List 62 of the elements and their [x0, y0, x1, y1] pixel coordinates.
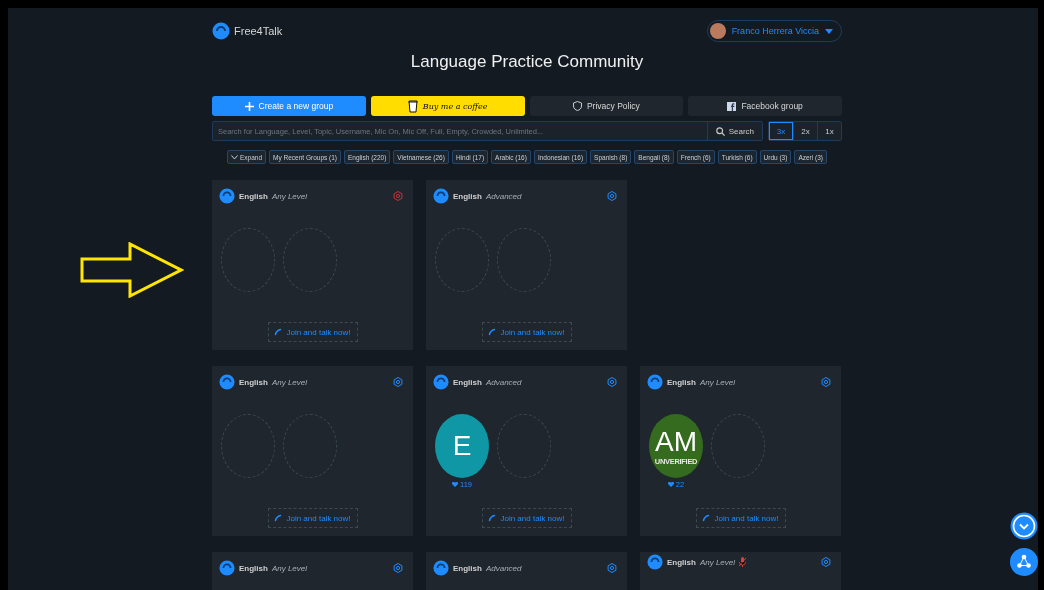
group-level: Any Level	[699, 377, 736, 387]
logo-icon	[219, 188, 235, 204]
user-avatar[interactable]: E	[435, 414, 489, 478]
settings-icon[interactable]	[607, 191, 617, 201]
group-level: Advanced	[485, 377, 522, 387]
join-button[interactable]: Join and talk now!	[267, 322, 358, 342]
action-button[interactable]: Privacy Policy	[529, 96, 684, 116]
logo-icon	[647, 374, 663, 390]
group-language: English	[453, 377, 482, 387]
zoom-tab[interactable]: 2x	[793, 122, 817, 140]
plus-icon	[244, 101, 254, 111]
mic-off-icon	[739, 557, 747, 567]
heart-icon	[667, 482, 674, 487]
search-icon	[715, 126, 725, 136]
logo-icon	[219, 374, 235, 390]
group-level: Any Level	[271, 377, 308, 387]
group-language: English	[453, 563, 482, 573]
logo-icon	[433, 374, 449, 390]
search-button[interactable]: Search	[706, 122, 762, 140]
join-button[interactable]: Join and talk now!	[267, 508, 358, 528]
settings-icon[interactable]	[821, 557, 831, 567]
logo-icon	[647, 554, 663, 570]
settings-icon[interactable]	[393, 191, 403, 201]
group-level: Any Level	[699, 557, 736, 567]
group-language: English	[239, 563, 268, 573]
logo-icon	[433, 188, 449, 204]
group-level: Any Level	[271, 191, 308, 201]
settings-icon[interactable]	[607, 563, 617, 573]
group-language: English	[667, 557, 696, 567]
group-language: English	[453, 191, 482, 201]
logo-icon	[212, 22, 230, 40]
group-language: English	[239, 377, 268, 387]
logo-icon	[433, 560, 449, 576]
settings-icon[interactable]	[607, 377, 617, 387]
group-level: Advanced	[485, 563, 522, 573]
heart-icon	[452, 482, 458, 487]
action-button[interactable]: Facebook group	[688, 96, 842, 116]
coffee-cup-icon	[407, 99, 418, 113]
join-button[interactable]: Join and talk now!	[481, 322, 572, 342]
join-button[interactable]: Join and talk now!	[481, 508, 572, 528]
group-level: Any Level	[271, 563, 308, 573]
group-language: English	[239, 191, 268, 201]
avatar-icon	[709, 23, 726, 39]
group-language: English	[667, 377, 696, 387]
chevron-down-icon	[231, 154, 239, 160]
action-button[interactable]: Buy me a coffee	[370, 96, 525, 116]
group-level: Advanced	[485, 191, 522, 201]
user-menu[interactable]: Franco Herrera Viccia	[706, 20, 842, 42]
settings-icon[interactable]	[393, 377, 403, 387]
caret-icon	[825, 28, 833, 34]
scroll-down-button[interactable]	[1010, 512, 1038, 540]
zoom-tab[interactable]: 1x	[817, 122, 841, 140]
brand-name: Free4Talk	[234, 25, 283, 37]
share-button[interactable]	[1010, 548, 1038, 576]
join-button[interactable]: Join and talk now!	[695, 508, 786, 528]
settings-icon[interactable]	[393, 563, 403, 573]
facebook-icon	[727, 101, 737, 111]
logo-icon	[219, 560, 235, 576]
zoom-tab[interactable]: 3x	[769, 122, 793, 140]
settings-icon[interactable]	[821, 377, 831, 387]
shield-icon	[572, 101, 582, 111]
page-title: Language Practice Community	[409, 52, 645, 73]
